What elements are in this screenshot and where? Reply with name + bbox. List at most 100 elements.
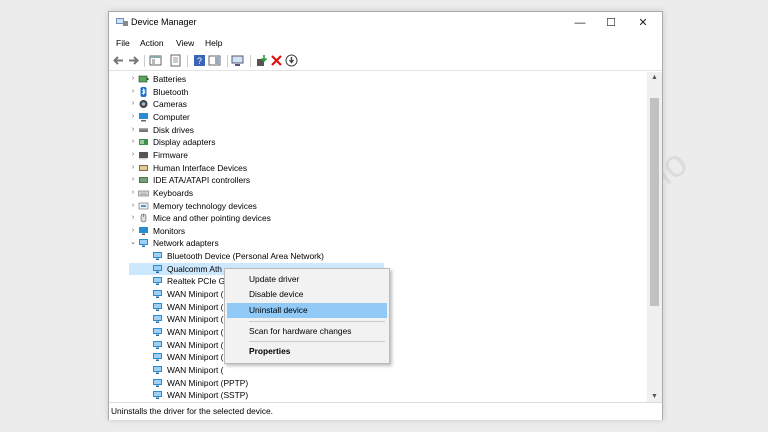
keyboard-icon xyxy=(138,188,149,198)
properties-icon[interactable] xyxy=(169,54,182,67)
chevron-right-icon[interactable]: › xyxy=(129,136,137,148)
back-arrow-icon[interactable] xyxy=(112,54,125,67)
scroll-up-icon[interactable]: ▲ xyxy=(647,74,662,81)
firmware-icon xyxy=(138,150,149,160)
menu-item-label: Update driver xyxy=(249,274,300,284)
tree-item-label: Qualcomm Ath xyxy=(167,263,222,274)
scan-hardware-icon[interactable] xyxy=(231,54,244,67)
menu-item-scan-hardware[interactable]: Scan for hardware changes xyxy=(227,324,387,339)
chevron-right-icon[interactable]: › xyxy=(129,225,137,237)
network-adapter-icon xyxy=(152,340,163,350)
monitor-icon xyxy=(138,226,149,236)
menu-item-properties[interactable]: Properties xyxy=(227,344,387,359)
network-adapter-icon xyxy=(152,251,163,261)
toolbar-separator xyxy=(227,55,228,67)
tree-item-label: Display adapters xyxy=(153,137,216,148)
maximize-button[interactable]: ☐ xyxy=(595,12,627,34)
network-adapter-icon xyxy=(138,238,149,248)
menu-item-label: Scan for hardware changes xyxy=(249,326,352,336)
chevron-down-icon[interactable]: ⌄ xyxy=(129,237,137,249)
chevron-right-icon[interactable]: › xyxy=(129,111,137,123)
display-adapter-icon xyxy=(138,137,149,147)
toolbar-separator xyxy=(250,55,251,67)
title-bar: Device Manager — ☐ ✕ xyxy=(109,12,662,34)
tree-item-label: Mice and other pointing devices xyxy=(153,213,271,224)
battery-icon xyxy=(138,74,149,84)
chevron-right-icon[interactable]: › xyxy=(129,174,137,186)
network-adapter-icon xyxy=(152,378,163,388)
network-adapter-icon xyxy=(152,327,163,337)
chevron-right-icon[interactable]: › xyxy=(129,98,137,110)
tree-item-label: WAN Miniport ( xyxy=(167,314,224,325)
tree-item-label: IDE ATA/ATAPI controllers xyxy=(153,175,251,186)
scroll-down-icon[interactable]: ▼ xyxy=(647,393,662,400)
disk-drive-icon xyxy=(138,125,149,135)
mouse-icon xyxy=(138,213,149,223)
tree-item-label: WAN Miniport (SSTP) xyxy=(167,390,249,401)
update-driver-icon[interactable] xyxy=(255,54,268,67)
menu-action[interactable]: Action xyxy=(140,38,164,48)
memory-device-icon xyxy=(138,201,149,211)
ide-controller-icon xyxy=(138,175,149,185)
tree-item-label: Bluetooth xyxy=(153,86,189,97)
show-hide-console-icon[interactable] xyxy=(149,54,162,67)
uninstall-icon[interactable] xyxy=(270,54,283,67)
help-icon[interactable]: ? xyxy=(193,54,206,67)
status-bar: Uninstalls the driver for the selected d… xyxy=(109,402,662,420)
tree-item-label: Disk drives xyxy=(153,124,194,135)
chevron-right-icon[interactable]: › xyxy=(129,149,137,161)
tree-item-label: WAN Miniport ( xyxy=(167,301,224,312)
tree-item-label: Memory technology devices xyxy=(153,200,257,211)
close-button[interactable]: ✕ xyxy=(627,12,659,34)
tree-item-label: WAN Miniport ( xyxy=(167,364,224,375)
toolbar-separator xyxy=(187,55,188,67)
menu-item-disable-device[interactable]: Disable device xyxy=(227,287,387,302)
tree-item-label: WAN Miniport ( xyxy=(167,289,224,300)
disable-download-icon[interactable] xyxy=(285,54,298,67)
chevron-right-icon[interactable]: › xyxy=(129,86,137,98)
tree-item-label: Batteries xyxy=(153,74,187,84)
menu-item-update-driver[interactable]: Update driver xyxy=(227,272,387,287)
context-menu: Update driver Disable device Uninstall d… xyxy=(224,268,390,364)
chevron-right-icon[interactable]: › xyxy=(129,124,137,136)
hid-icon xyxy=(138,163,149,173)
menu-item-label: Disable device xyxy=(249,289,304,299)
svg-text:?: ? xyxy=(197,56,202,66)
tree-item-label: Monitors xyxy=(153,225,186,236)
tree-item-label: Bluetooth Device (Personal Area Network) xyxy=(167,251,324,262)
network-adapter-icon xyxy=(152,289,163,299)
window-title: Device Manager xyxy=(131,17,197,27)
toolbar-separator xyxy=(144,55,145,67)
chevron-right-icon[interactable]: › xyxy=(129,73,137,85)
scrollbar-thumb[interactable] xyxy=(650,98,659,306)
menu-help[interactable]: Help xyxy=(205,38,222,48)
menu-view[interactable]: View xyxy=(176,38,194,48)
menu-divider xyxy=(249,321,385,322)
tree-item-label: WAN Miniport ( xyxy=(167,352,224,363)
network-adapter-icon xyxy=(152,365,163,375)
chevron-right-icon[interactable]: › xyxy=(129,212,137,224)
tree-item-label: WAN Miniport ( xyxy=(167,327,224,337)
menu-bar: File Action View Help xyxy=(109,36,662,52)
device-manager-icon xyxy=(116,17,128,27)
tree-item-label: Human Interface Devices xyxy=(153,162,248,173)
network-adapter-icon xyxy=(152,302,163,312)
menu-file[interactable]: File xyxy=(116,38,130,48)
action-pane-icon[interactable] xyxy=(208,54,221,67)
tree-item-label: Computer xyxy=(153,111,190,122)
chevron-right-icon[interactable]: › xyxy=(129,162,137,174)
vertical-scrollbar[interactable]: ▲ ▼ xyxy=(647,72,662,402)
chevron-right-icon[interactable]: › xyxy=(129,200,137,212)
menu-item-uninstall-device[interactable]: Uninstall device xyxy=(227,303,387,318)
status-text: Uninstalls the driver for the selected d… xyxy=(111,406,273,416)
minimize-button[interactable]: — xyxy=(564,12,596,34)
toolbar: ? xyxy=(109,52,662,71)
tree-item-label: WAN Miniport (PPTP) xyxy=(167,377,249,388)
tree-item-label: Network adapters xyxy=(153,238,219,249)
camera-icon xyxy=(138,99,149,109)
network-adapter-icon xyxy=(152,264,163,274)
computer-icon xyxy=(138,112,149,122)
chevron-right-icon[interactable]: › xyxy=(129,187,137,199)
forward-arrow-icon[interactable] xyxy=(127,54,140,67)
tree-item-label: Keyboards xyxy=(153,187,194,198)
